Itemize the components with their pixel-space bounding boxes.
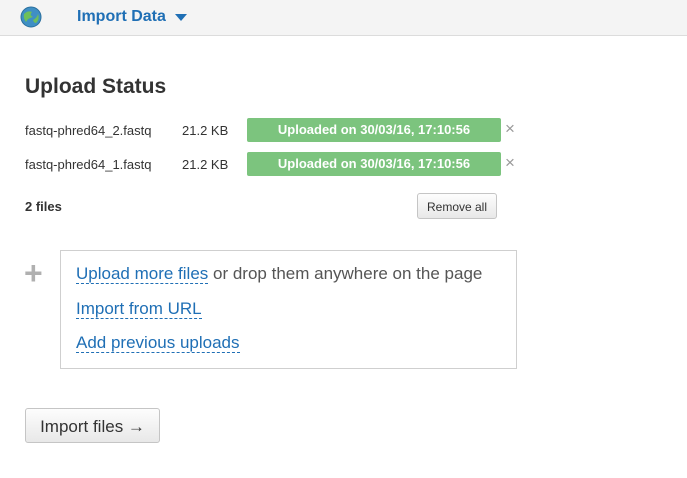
previous-uploads-line: Add previous uploads (76, 333, 240, 353)
caret-down-icon (174, 14, 187, 21)
import-from-url-link[interactable]: Import from URL (76, 299, 202, 319)
drop-zone[interactable]: Upload more files or drop them anywhere … (60, 250, 517, 369)
remove-file-icon[interactable]: × (505, 119, 515, 139)
import-data-menu-label: Import Data (77, 8, 166, 25)
galaxy-logo-icon[interactable] (20, 6, 42, 28)
plus-icon: + (24, 255, 43, 291)
file-size: 21.2 KB (182, 157, 229, 172)
page-title: Upload Status (25, 75, 167, 98)
file-row: fastq-phred64_2.fastq 21.2 KB Uploaded o… (25, 118, 525, 142)
file-row: fastq-phred64_1.fastq 21.2 KB Uploaded o… (25, 152, 525, 176)
status-badge: Uploaded on 30/03/16, 17:10:56 (247, 152, 501, 176)
import-files-button[interactable]: Import files → (25, 408, 160, 443)
file-name: fastq-phred64_1.fastq (25, 157, 152, 172)
file-count: 2 files (25, 199, 62, 214)
remove-all-button[interactable]: Remove all (417, 193, 497, 219)
upload-more-files-link[interactable]: Upload more files (76, 264, 209, 284)
add-previous-uploads-link[interactable]: Add previous uploads (76, 333, 240, 353)
import-url-line: Import from URL (76, 299, 202, 319)
upload-more-line: Upload more files or drop them anywhere … (76, 264, 482, 284)
top-bar: Import Data (0, 0, 687, 36)
remove-file-icon[interactable]: × (505, 153, 515, 173)
drop-hint-text: or drop them anywhere on the page (208, 264, 483, 283)
file-size: 21.2 KB (182, 123, 229, 138)
status-badge: Uploaded on 30/03/16, 17:10:56 (247, 118, 501, 142)
file-name: fastq-phred64_2.fastq (25, 123, 152, 138)
import-data-menu[interactable]: Import Data (77, 8, 187, 26)
